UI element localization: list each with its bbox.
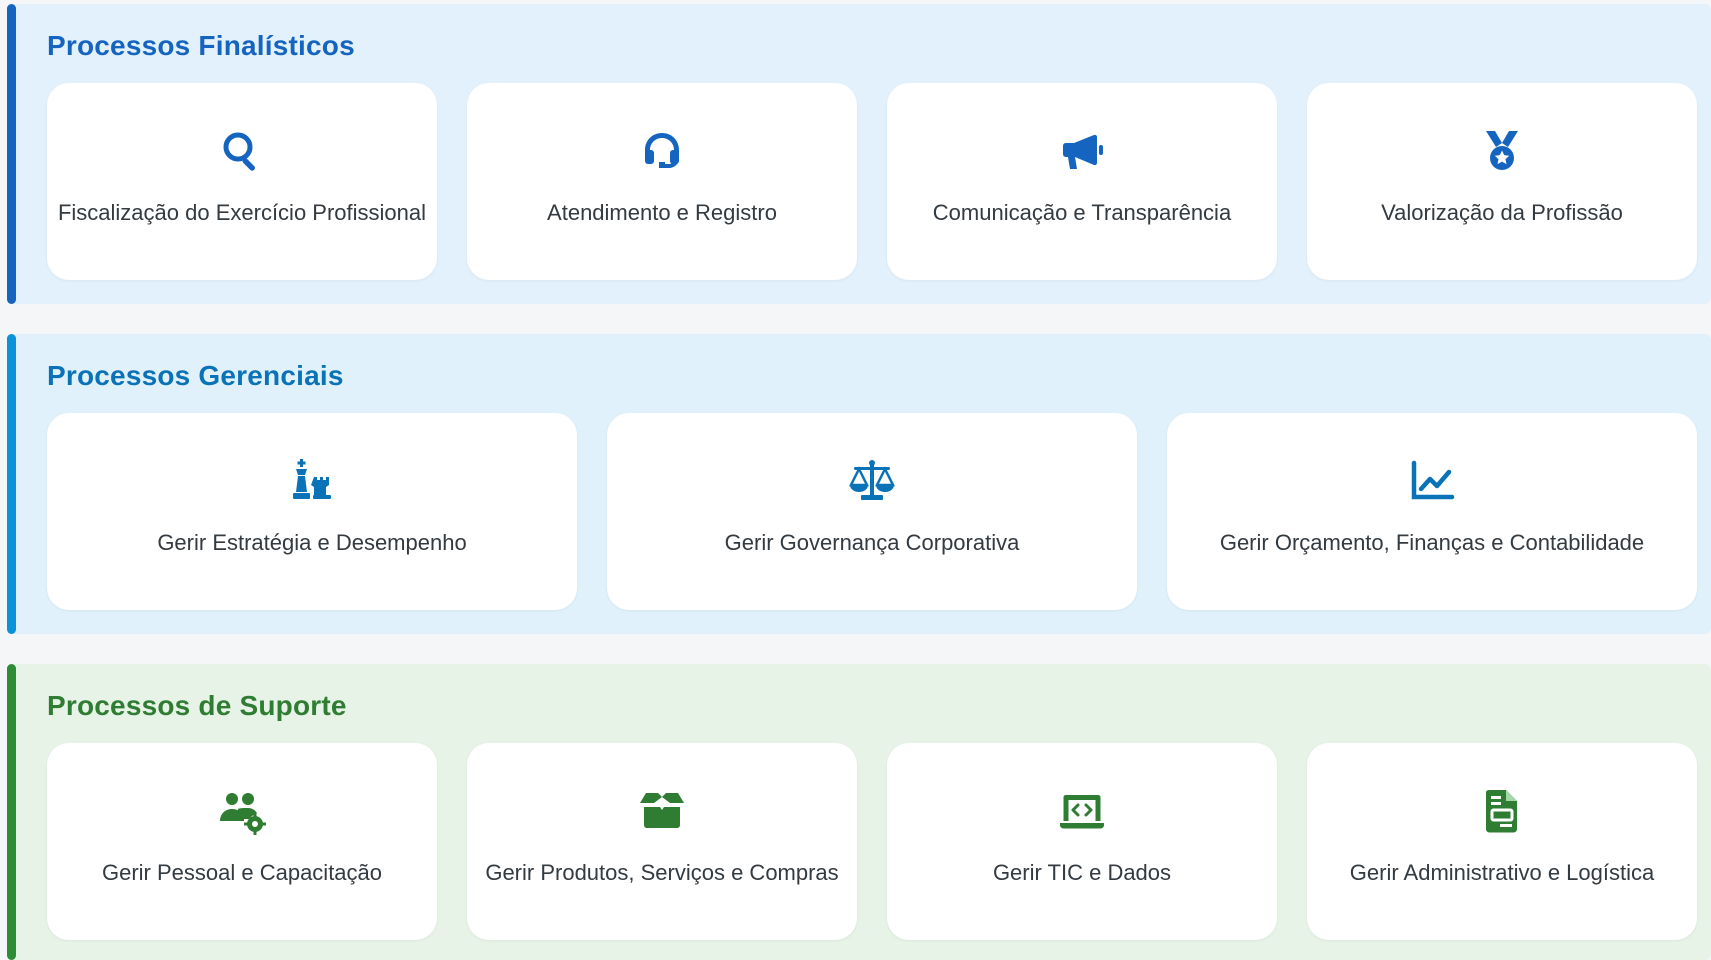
card-tic[interactable]: Gerir TIC e Dados [887, 743, 1277, 940]
chess-icon [288, 457, 336, 505]
card-label: Gerir Estratégia e Desempenho [157, 530, 467, 555]
laptop-code-icon [1058, 787, 1106, 835]
users-gear-icon [218, 787, 266, 835]
card-label: Gerir Pessoal e Capacitação [101, 860, 383, 885]
card-label: Valorização da Profissão [1381, 200, 1623, 225]
card-produtos[interactable]: Gerir Produtos, Serviços e Compras [467, 743, 857, 940]
section-processos-suporte: Processos de Suporte Gerir Pessoal e Cap… [7, 664, 1711, 960]
card-label: Gerir Administrativo e Logística [1349, 860, 1655, 885]
card-valorizacao[interactable]: Valorização da Profissão [1307, 83, 1697, 280]
search-icon [218, 127, 266, 175]
section-processos-finalisticos: Processos Finalísticos Fiscalização do E… [7, 4, 1711, 304]
file-invoice-icon [1478, 787, 1526, 835]
megaphone-icon [1058, 127, 1106, 175]
section-accent-bar [7, 334, 16, 634]
card-comunicacao[interactable]: Comunicação e Transparência [887, 83, 1277, 280]
section-title: Processos Finalísticos [47, 30, 355, 61]
card-pessoal[interactable]: Gerir Pessoal e Capacitação [47, 743, 437, 940]
card-label: Gerir Produtos, Serviços e Compras [485, 860, 839, 885]
card-fiscalizacao[interactable]: Fiscalização do Exercício Profissional [47, 83, 437, 280]
card-label: Gerir Governança Corporativa [724, 530, 1020, 555]
card-label: Fiscalização do Exercício Profissional [57, 200, 427, 225]
card-orcamento[interactable]: Gerir Orçamento, Finanças e Contabilidad… [1167, 413, 1697, 610]
section-title: Processos Gerenciais [47, 360, 344, 391]
card-atendimento[interactable]: Atendimento e Registro [467, 83, 857, 280]
section-accent-bar [7, 4, 16, 304]
card-estrategia[interactable]: Gerir Estratégia e Desempenho [47, 413, 577, 610]
card-label: Gerir TIC e Dados [992, 860, 1172, 885]
headset-icon [638, 127, 686, 175]
card-label: Gerir Orçamento, Finanças e Contabilidad… [1219, 530, 1645, 555]
section-processos-gerenciais: Processos Gerenciais Gerir Estratégia e … [7, 334, 1711, 634]
card-label: Comunicação e Transparência [932, 200, 1232, 225]
section-accent-bar [7, 664, 16, 960]
scale-icon [848, 457, 896, 505]
card-administrativo[interactable]: Gerir Administrativo e Logística [1307, 743, 1697, 940]
section-title: Processos de Suporte [47, 690, 347, 721]
box-open-icon [638, 787, 686, 835]
line-chart-icon [1408, 457, 1456, 505]
card-label: Atendimento e Registro [547, 200, 777, 225]
medal-icon [1478, 127, 1526, 175]
card-governanca[interactable]: Gerir Governança Corporativa [607, 413, 1137, 610]
